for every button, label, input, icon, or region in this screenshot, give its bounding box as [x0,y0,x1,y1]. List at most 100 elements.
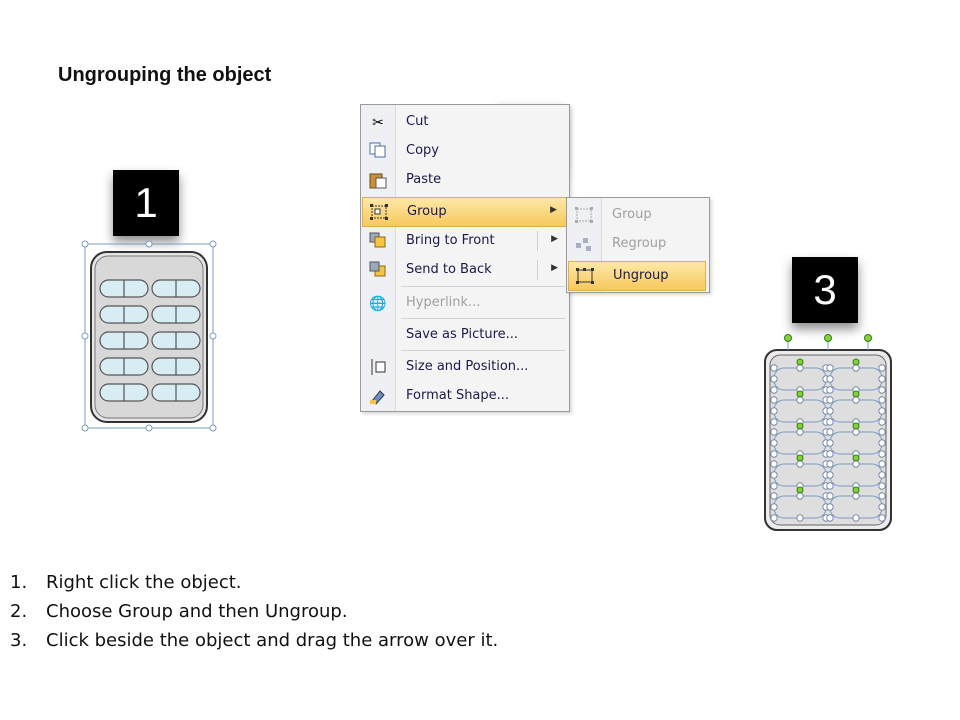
selection-handle[interactable] [852,396,860,404]
rotation-handle[interactable] [796,358,804,366]
submenu-item-group: Group [568,201,706,229]
selection-handle[interactable] [826,492,834,500]
selection-handle[interactable] [826,396,834,404]
selection-handle[interactable] [826,418,834,426]
selection-handle[interactable] [770,418,778,426]
selection-handle[interactable] [770,460,778,468]
group-icon [574,206,594,224]
selection-handle[interactable] [826,386,834,394]
selection-handle[interactable] [770,407,778,415]
rotation-handle[interactable] [852,358,860,366]
selection-handle[interactable] [826,439,834,447]
submenu-item-ungroup[interactable]: Ungroup [568,261,706,291]
selection-handle[interactable] [770,471,778,479]
submenu-item-label: Ungroup [613,268,669,283]
rotation-handle[interactable] [796,454,804,462]
rotation-handle[interactable] [796,422,804,430]
menu-item-label: Paste [406,172,442,187]
selection-handle[interactable] [878,471,886,479]
instruction-item: 3. Click beside the object and drag the a… [10,630,499,651]
selection-handle[interactable] [796,460,804,468]
selection-handle[interactable] [878,514,886,522]
selection-handle[interactable] [852,460,860,468]
selection-handle[interactable] [852,492,860,500]
selection-handle[interactable] [796,396,804,404]
selection-handle[interactable] [826,428,834,436]
selection-handle[interactable] [770,364,778,372]
selection-handle[interactable] [878,428,886,436]
submenu-arrow-icon: ▶ [551,262,558,272]
selection-handle[interactable] [852,514,860,522]
selection-handle[interactable] [826,375,834,383]
menu-item-hyperlink: 🌐 Hyperlink... [362,289,568,317]
menu-item-cut[interactable]: ✂ Cut [362,108,568,136]
menu-item-format-shape[interactable]: Format Shape... [362,382,568,410]
selection-handle[interactable] [770,503,778,511]
selection-handle[interactable] [826,450,834,458]
selection-handle[interactable] [826,503,834,511]
menu-item-group[interactable]: Group ▶ [362,197,568,227]
rotation-handle[interactable] [824,334,832,342]
menu-item-label: Copy [406,143,439,158]
selection-handle[interactable] [796,428,804,436]
selection-handle[interactable] [852,364,860,372]
paste-icon [368,171,388,189]
selection-handle[interactable] [878,407,886,415]
selection-handle[interactable] [826,471,834,479]
selection-handle[interactable] [878,460,886,468]
copy-icon [368,142,388,160]
rotation-handle[interactable] [852,454,860,462]
rotation-handle[interactable] [852,486,860,494]
rotation-handle[interactable] [864,334,872,342]
selection-handle[interactable] [796,364,804,372]
selection-handle[interactable] [796,514,804,522]
selection-handle[interactable] [878,364,886,372]
submenu-item-regroup: Regroup [568,230,706,258]
selection-handle[interactable] [770,514,778,522]
submenu-separator [537,231,538,251]
selection-handle[interactable] [826,460,834,468]
selection-handle[interactable] [878,375,886,383]
rotation-handle[interactable] [852,390,860,398]
selection-handle[interactable] [770,428,778,436]
selection-handle[interactable] [770,492,778,500]
menu-item-copy[interactable]: Copy [362,137,568,165]
rotation-handle[interactable] [796,390,804,398]
rotation-handle[interactable] [852,422,860,430]
selection-handle[interactable] [770,396,778,404]
selection-handle[interactable] [878,439,886,447]
selection-handle[interactable] [826,482,834,490]
selection-handle[interactable] [770,482,778,490]
menu-item-bring-to-front[interactable]: Bring to Front ▶ [362,227,568,255]
selection-handle[interactable] [878,450,886,458]
menu-divider [401,318,565,319]
selection-handle[interactable] [852,428,860,436]
rotation-handle[interactable] [796,486,804,494]
selection-handle[interactable] [878,482,886,490]
selection-handle[interactable] [770,450,778,458]
selection-handle[interactable] [770,375,778,383]
selection-handle[interactable] [878,386,886,394]
regroup-icon [574,235,594,253]
selection-handle[interactable] [796,492,804,500]
selection-handle[interactable] [826,514,834,522]
menu-item-send-to-back[interactable]: Send to Back ▶ [362,256,568,284]
menu-item-save-as-picture[interactable]: Save as Picture... [362,321,568,349]
format-shape-icon [368,387,388,405]
menu-item-label: Hyperlink... [406,295,481,310]
pill-pack-object[interactable] [80,238,220,434]
selection-handle[interactable] [826,364,834,372]
selection-handle[interactable] [770,386,778,394]
menu-item-size-and-position[interactable]: Size and Position... [362,353,568,381]
page-title: Ungrouping the object [58,64,272,86]
menu-item-paste[interactable]: Paste [362,166,568,194]
selection-handle[interactable] [878,503,886,511]
step-1-badge: 1 [113,170,179,236]
selection-handle[interactable] [878,492,886,500]
selection-handle[interactable] [878,418,886,426]
selection-handle[interactable] [826,407,834,415]
ungrouped-object[interactable] [760,330,900,540]
selection-handle[interactable] [770,439,778,447]
selection-handle[interactable] [878,396,886,404]
rotation-handle[interactable] [784,334,792,342]
